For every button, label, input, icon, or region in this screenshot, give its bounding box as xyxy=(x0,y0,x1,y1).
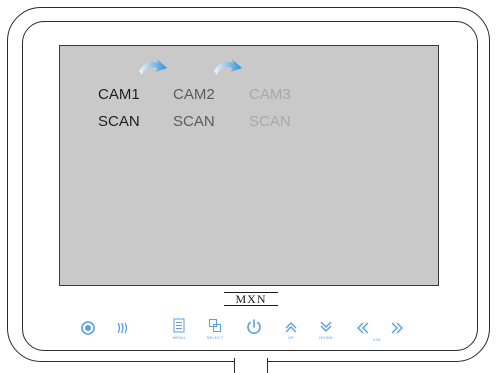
brand-logo: MXN xyxy=(224,292,278,306)
target-button[interactable] xyxy=(75,320,101,348)
up-icon xyxy=(285,322,297,333)
vol-label: VOL xyxy=(373,337,382,342)
vol-down-icon xyxy=(357,322,369,334)
vol-up-icon xyxy=(391,322,403,334)
up-label: UP xyxy=(288,335,294,340)
down-label: DOWN xyxy=(319,335,333,340)
cam3-label[interactable]: CAM3 xyxy=(249,87,291,102)
stand-mount xyxy=(234,358,268,373)
monitor-screen: CAM1 CAM2 CAM3 SCAN SCAN SCAN xyxy=(59,45,439,286)
menu-icon xyxy=(173,318,185,333)
menu-button[interactable]: MENU xyxy=(166,318,192,346)
vol-up-button[interactable] xyxy=(384,320,410,348)
down-icon xyxy=(320,321,332,332)
signal-button[interactable] xyxy=(109,320,135,348)
select-icon xyxy=(209,319,221,332)
cam1-scan-label[interactable]: SCAN xyxy=(98,114,140,129)
select-label: SELECT xyxy=(206,335,224,340)
cam3-scan-label[interactable]: SCAN xyxy=(249,114,291,129)
cam1-label[interactable]: CAM1 xyxy=(98,87,140,102)
down-button[interactable]: DOWN xyxy=(313,320,339,348)
vol-down-button[interactable] xyxy=(350,320,376,348)
cam2-label[interactable]: CAM2 xyxy=(173,87,215,102)
signal-waves-icon xyxy=(117,322,128,334)
switch-arrow-icon xyxy=(139,59,167,75)
select-button[interactable]: SELECT xyxy=(202,318,228,346)
switch-arrow-icon xyxy=(214,59,242,75)
target-icon xyxy=(81,321,95,335)
menu-label: MENU xyxy=(172,335,186,340)
cam2-scan-label[interactable]: SCAN xyxy=(173,114,215,129)
power-icon xyxy=(247,319,261,334)
up-button[interactable]: UP xyxy=(278,320,304,348)
power-button[interactable] xyxy=(241,318,267,346)
